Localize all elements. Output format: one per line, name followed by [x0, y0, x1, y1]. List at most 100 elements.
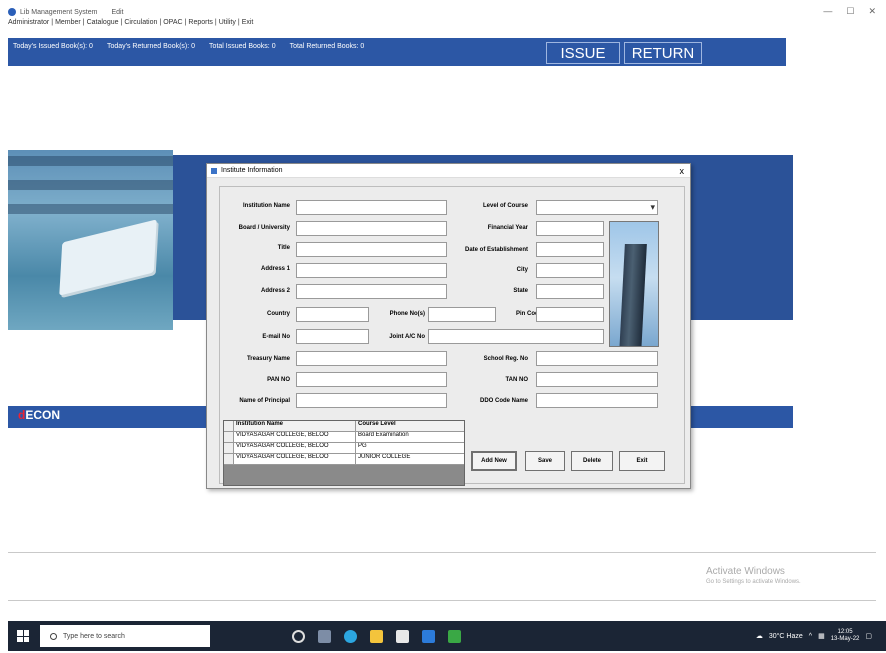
- city-field[interactable]: [536, 263, 604, 278]
- app-tree-icon[interactable]: [448, 629, 461, 643]
- window-title: Lib Management System: [20, 8, 98, 16]
- maximize-button[interactable]: ☐: [846, 6, 854, 17]
- total-returned-stat: Total Returned Books: 0: [289, 43, 365, 50]
- institution-grid[interactable]: Institution Name Course Level VIDYASAGAR…: [223, 420, 465, 486]
- dialog-title: Institute Information: [221, 167, 283, 174]
- library-image: [8, 150, 173, 330]
- windows-icon: [17, 630, 29, 642]
- address1-label: Address 1: [260, 266, 290, 272]
- dialog-titlebar: Institute Information: [207, 164, 690, 178]
- board-university-label: Board / University: [238, 225, 290, 231]
- country-label: Country: [267, 311, 290, 317]
- system-tray: ☁ 30°C Haze ^ ▦ 12:05 13-May-22 ▢: [756, 629, 872, 643]
- menu-member[interactable]: Member: [55, 19, 81, 30]
- menu-catalogue[interactable]: Catalogue: [87, 19, 119, 30]
- tan-label: TAN NO: [505, 377, 528, 383]
- grid-header-institution: Institution Name: [234, 421, 356, 431]
- save-button[interactable]: Save: [525, 451, 565, 471]
- mail-icon[interactable]: [422, 629, 435, 643]
- dialog-close-button[interactable]: x: [680, 166, 685, 176]
- clock[interactable]: 12:05 13-May-22: [831, 629, 860, 643]
- date-established-label: Date of Establishment: [464, 247, 528, 253]
- menu-circulation[interactable]: Circulation: [124, 19, 157, 30]
- issued-today-stat: Today's Issued Book(s): 0: [13, 43, 93, 50]
- start-button[interactable]: [8, 630, 38, 642]
- notification-icon[interactable]: ▢: [865, 632, 872, 640]
- table-cell: VIDYASAGAR COLLEGE, BELOO: [234, 443, 356, 453]
- file-explorer-icon[interactable]: [370, 629, 383, 643]
- weather-text[interactable]: 30°C Haze: [769, 633, 803, 640]
- financial-year-label: Financial Year: [487, 225, 528, 231]
- close-window-button[interactable]: ✕: [868, 6, 876, 17]
- financial-year-field[interactable]: [536, 221, 604, 236]
- minimize-button[interactable]: —: [823, 6, 832, 17]
- table-row[interactable]: VIDYASAGAR COLLEGE, BELOO JUNIOR COLLEGE: [224, 454, 464, 465]
- ddo-code-label: DDO Code Name: [479, 398, 528, 404]
- network-icon[interactable]: ▦: [818, 632, 825, 640]
- city-label: City: [516, 267, 528, 273]
- watermark-subtitle: Go to Settings to activate Windows.: [706, 579, 801, 585]
- table-cell: PG: [358, 443, 367, 449]
- table-row[interactable]: VIDYASAGAR COLLEGE, BELOO PG: [224, 443, 464, 454]
- table-cell: JUNIOR COLLEGE: [358, 454, 411, 460]
- grid-header: Institution Name Course Level: [224, 421, 464, 432]
- ddo-code-field[interactable]: [536, 393, 658, 408]
- menu-administrator[interactable]: Administrator: [8, 19, 49, 30]
- institution-name-label: Institution Name: [242, 203, 290, 209]
- tray-chevron-icon[interactable]: ^: [809, 633, 812, 640]
- total-issued-stat: Total Issued Books: 0: [209, 43, 276, 50]
- open-book-icon: [59, 219, 157, 296]
- state-label: State: [513, 288, 528, 294]
- returned-today-stat: Today's Returned Book(s): 0: [106, 43, 196, 50]
- activation-watermark: Activate Windows Go to Settings to activ…: [706, 566, 801, 585]
- status-bar: Today's Issued Book(s): 0 Today's Return…: [8, 38, 786, 66]
- school-reg-field[interactable]: [536, 351, 658, 366]
- school-reg-label: School Reg. No: [483, 356, 528, 362]
- weather-icon[interactable]: ☁: [756, 632, 763, 640]
- taskbar-search[interactable]: Type here to search: [40, 625, 210, 647]
- joint-ac-label: Joint A/C No: [389, 334, 425, 340]
- issue-button[interactable]: ISSUE: [546, 42, 620, 64]
- pan-field[interactable]: [296, 372, 447, 387]
- desktop-screen: Lib Management System Edit — ☐ ✕ Adminis…: [0, 0, 886, 653]
- return-button[interactable]: RETURN: [624, 42, 702, 64]
- date-established-field[interactable]: [536, 242, 604, 257]
- search-placeholder: Type here to search: [63, 632, 125, 640]
- principal-field[interactable]: [296, 393, 447, 408]
- principal-label: Name of Principal: [239, 398, 290, 404]
- table-cell: Board Examination: [358, 432, 409, 438]
- widgets-icon[interactable]: [318, 629, 331, 643]
- address2-field[interactable]: [296, 284, 447, 299]
- menu-opac[interactable]: OPAC: [163, 19, 182, 30]
- add-new-button[interactable]: Add New: [471, 451, 517, 471]
- level-of-course-dropdown[interactable]: [536, 200, 658, 215]
- menu-bar: Administrator | Member | Catalogue | Circul…: [8, 19, 508, 30]
- state-field[interactable]: [536, 284, 604, 299]
- window-title-suffix: Edit: [111, 8, 124, 16]
- taskbar: Type here to search ☁ 30°C Haze ^ ▦ 12:0…: [8, 621, 886, 651]
- treasury-name-field[interactable]: [296, 351, 447, 366]
- title-field[interactable]: [296, 242, 447, 257]
- watermark-title: Activate Windows: [706, 566, 785, 577]
- institution-name-field[interactable]: [296, 200, 447, 215]
- pan-label: PAN NO: [267, 377, 290, 383]
- delete-button[interactable]: Delete: [571, 451, 613, 471]
- task-view-icon[interactable]: [292, 629, 305, 643]
- tan-field[interactable]: [536, 372, 658, 387]
- store-icon[interactable]: [396, 629, 409, 643]
- table-row[interactable]: VIDYASAGAR COLLEGE, BELOO Board Examinat…: [224, 432, 464, 443]
- building-image: [609, 221, 659, 347]
- exit-button[interactable]: Exit: [619, 451, 665, 471]
- address1-field[interactable]: [296, 263, 447, 278]
- board-university-field[interactable]: [296, 221, 447, 236]
- joint-ac-field[interactable]: [428, 329, 604, 344]
- table-cell: VIDYASAGAR COLLEGE, BELOO: [234, 432, 356, 442]
- table-cell: VIDYASAGAR COLLEGE, BELOO: [234, 454, 356, 464]
- pin-code-field[interactable]: [536, 307, 604, 322]
- menu-reports[interactable]: Reports: [188, 19, 213, 30]
- brand-logo: dECON: [18, 408, 61, 422]
- edge-icon[interactable]: [344, 629, 357, 643]
- menu-exit[interactable]: Exit: [242, 19, 254, 30]
- menu-utility[interactable]: Utility: [219, 19, 236, 30]
- title-label: Title: [277, 245, 290, 251]
